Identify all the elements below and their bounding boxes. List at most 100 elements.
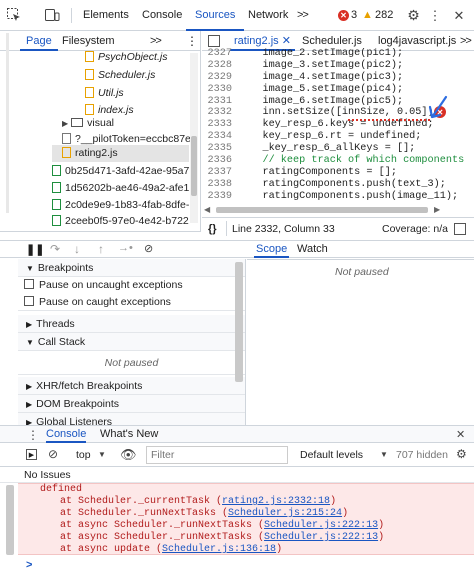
code-line[interactable]: 2329 image_4.setImage(pic3); xyxy=(202,72,474,84)
tab-filesystem[interactable]: Filesystem xyxy=(56,31,121,51)
line-number[interactable]: 2333 xyxy=(202,119,232,131)
more-tabs-button[interactable]: >> xyxy=(288,0,317,31)
tab-sources[interactable]: Sources xyxy=(186,0,245,31)
source-link[interactable]: Scheduler.js:222:13 xyxy=(264,520,378,531)
tree-file-scheduler[interactable]: Scheduler.js xyxy=(85,67,197,84)
pause-uncaught-checkbox[interactable] xyxy=(24,279,34,289)
editor-horizontal-scrollbar[interactable]: ◀ ▶ xyxy=(202,203,474,215)
line-number[interactable]: 2331 xyxy=(202,96,232,108)
close-tab-icon[interactable]: ✕ xyxy=(282,35,291,47)
source-link[interactable]: rating2.js:2332:18 xyxy=(222,496,330,507)
line-number[interactable]: 2335 xyxy=(202,143,232,155)
close-devtools-icon[interactable]: ✕ xyxy=(452,8,466,23)
section-call-stack[interactable]: ▼ Call Stack xyxy=(18,333,245,351)
code-line[interactable]: 2328 image_3.setImage(pic2); xyxy=(202,60,474,72)
step-out-icon[interactable]: ↑ xyxy=(98,242,104,256)
line-number[interactable]: 2337 xyxy=(202,167,232,179)
tree-file-2c0de9e9[interactable]: 2c0de9e9-1b83-4fab-8dfe- xyxy=(52,197,189,214)
navigator-menu-icon[interactable]: ⋮ xyxy=(186,34,198,48)
code-line[interactable]: 2327 image_2.setImage(pic1); xyxy=(202,48,474,60)
warning-icon[interactable]: ▲ xyxy=(362,9,373,21)
source-link[interactable]: Scheduler.js:215:24 xyxy=(228,508,342,519)
tab-page[interactable]: Page xyxy=(20,31,58,51)
section-breakpoints[interactable]: ▼ Breakpoints xyxy=(18,259,245,277)
levels-dropdown-icon[interactable]: ▼ xyxy=(380,450,388,459)
navigator-more-button[interactable]: >> xyxy=(144,31,167,51)
pause-resume-icon[interactable]: ❚❚ xyxy=(26,243,44,256)
code-line[interactable]: 2339 ratingComponents.push(image_11); xyxy=(202,191,474,203)
section-threads[interactable]: ▶ Threads xyxy=(18,315,245,333)
tab-elements[interactable]: Elements xyxy=(74,0,138,31)
line-number[interactable]: 2327 xyxy=(202,48,232,60)
device-toolbar-icon[interactable] xyxy=(44,7,60,23)
pause-caught-checkbox[interactable] xyxy=(24,296,34,306)
log-levels-select[interactable]: Default levels xyxy=(300,449,363,461)
toggle-navigator-icon[interactable] xyxy=(208,35,220,47)
inspect-element-icon[interactable] xyxy=(6,7,22,23)
console-prompt[interactable]: > xyxy=(26,559,32,571)
console-sidebar-icon[interactable]: ▶ xyxy=(26,449,37,460)
pause-caught-row[interactable]: Pause on caught exceptions xyxy=(18,294,245,311)
toggle-debugger-icon[interactable] xyxy=(454,223,466,235)
error-icon[interactable]: ✕ xyxy=(338,10,349,21)
drawer-menu-icon[interactable]: ⋮ xyxy=(27,428,39,442)
kebab-menu-icon[interactable]: ⋮ xyxy=(429,8,442,23)
line-number[interactable]: 2329 xyxy=(202,72,232,84)
source-link[interactable]: Scheduler.js:222:13 xyxy=(264,532,378,543)
error-message-block[interactable]: defined at Scheduler._currentTask (ratin… xyxy=(18,483,474,555)
console-scrollbar-thumb[interactable] xyxy=(6,485,14,555)
context-dropdown-icon[interactable]: ▼ xyxy=(98,450,106,459)
line-number[interactable]: 2332 xyxy=(202,107,232,119)
clear-console-icon[interactable]: ⊘ xyxy=(48,447,58,461)
line-number[interactable]: 2336 xyxy=(202,155,232,167)
code-line[interactable]: 2334 key_resp_6.rt = undefined; xyxy=(202,131,474,143)
drawer-tab-console[interactable]: Console xyxy=(46,428,87,443)
context-select[interactable]: top xyxy=(76,449,91,461)
line-number[interactable]: 2338 xyxy=(202,179,232,191)
section-dom-breakpoints[interactable]: ▶ DOM Breakpoints xyxy=(18,395,245,413)
console-filter-input[interactable] xyxy=(146,446,288,464)
line-number[interactable]: 2328 xyxy=(202,60,232,72)
scroll-left-arrow-icon[interactable]: ◀ xyxy=(204,205,210,214)
console-settings-gear-icon[interactable]: ⚙ xyxy=(456,447,467,461)
section-xhr-breakpoints[interactable]: ▶ XHR/fetch Breakpoints xyxy=(18,377,245,395)
drawer-tab-whats-new[interactable]: What's New xyxy=(100,428,158,440)
code-line[interactable]: 2338 ratingComponents.push(text_3); xyxy=(202,179,474,191)
tree-file-1d56202b[interactable]: 1d56202b-ae46-49a2-afe1- xyxy=(52,180,189,197)
code-line[interactable]: 2335 _key_resp_6_allKeys = []; xyxy=(202,143,474,155)
line-number[interactable]: 2330 xyxy=(202,84,232,96)
line-number[interactable]: 2339 xyxy=(202,191,232,203)
error-count[interactable]: 3 xyxy=(351,9,357,21)
tree-folder-visual[interactable]: ▶ visual xyxy=(62,115,197,132)
step-icon[interactable]: →• xyxy=(118,242,133,254)
tab-console[interactable]: Console xyxy=(133,0,191,31)
tree-file-psychobject[interactable]: PsychObject.js xyxy=(85,49,197,66)
tree-scroll-indicator xyxy=(6,33,9,213)
error-underline xyxy=(348,119,430,121)
navigator-scrollbar-thumb[interactable] xyxy=(191,136,197,196)
sidebar-scrollbar-thumb[interactable] xyxy=(235,262,243,382)
tree-file-2ceeb0f5[interactable]: 2ceeb0f5-97e0-4e42-b722- xyxy=(52,213,189,230)
pretty-print-icon[interactable]: {} xyxy=(208,218,217,240)
line-number[interactable]: 2334 xyxy=(202,131,232,143)
code-line[interactable]: 2336 // keep track of which components xyxy=(202,155,474,167)
code-area[interactable]: 2327 image_2.setImage(pic1); 2328 image_3… xyxy=(202,48,474,203)
step-over-icon[interactable]: ↷ xyxy=(50,242,60,256)
settings-gear-icon[interactable]: ⚙ xyxy=(406,7,421,23)
step-into-icon[interactable]: ↓ xyxy=(74,242,80,256)
tree-file-util[interactable]: Util.js xyxy=(85,85,197,102)
file-name: Scheduler.js xyxy=(98,69,156,81)
live-expression-eye-icon[interactable]: 👁 xyxy=(120,447,137,463)
close-drawer-icon[interactable]: ✕ xyxy=(456,428,465,441)
deactivate-breakpoints-icon[interactable]: ⊘ xyxy=(144,242,153,255)
scroll-right-arrow-icon[interactable]: ▶ xyxy=(434,205,440,214)
source-link[interactable]: Scheduler.js:136:18 xyxy=(162,544,276,555)
warning-count[interactable]: 282 xyxy=(375,9,393,21)
code-line[interactable]: 2337 ratingComponents = []; xyxy=(202,167,474,179)
pause-uncaught-row[interactable]: Pause on uncaught exceptions xyxy=(18,277,245,294)
tree-file-0b25d471[interactable]: 0b25d471-3afd-42ae-95a7- xyxy=(52,163,189,180)
scrollbar-thumb[interactable] xyxy=(216,207,428,213)
tree-file-rating2-selected[interactable]: rating2.js xyxy=(52,145,189,162)
tab-watch[interactable]: Watch xyxy=(297,243,328,255)
tab-scope[interactable]: Scope xyxy=(254,243,290,258)
